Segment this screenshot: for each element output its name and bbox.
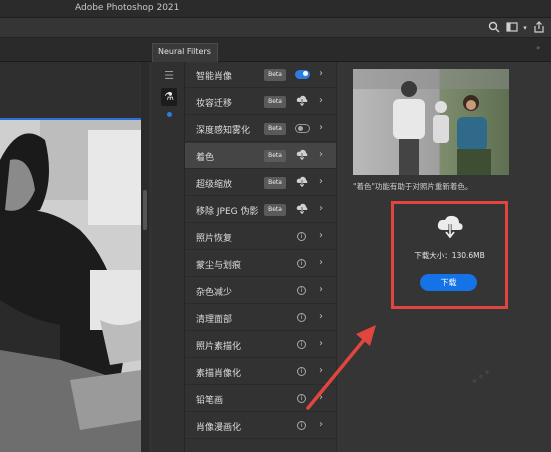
filter-label: 着色 bbox=[196, 153, 215, 163]
cloud-download-icon[interactable] bbox=[295, 176, 309, 190]
beta-badge: Beta bbox=[264, 123, 286, 135]
toggle-knob bbox=[298, 126, 303, 131]
toggle-knob bbox=[303, 71, 308, 76]
filter-item[interactable]: 照片素描化 i › bbox=[185, 332, 336, 358]
info-icon[interactable]: i bbox=[297, 340, 306, 349]
filter-item[interactable]: 肖像漫画化 i › bbox=[185, 413, 336, 439]
window-title: Adobe Photoshop 2021 bbox=[75, 3, 180, 13]
active-indicator-dot bbox=[167, 112, 172, 117]
filter-item[interactable]: 着色 Beta › bbox=[185, 143, 336, 169]
chevron-right-icon[interactable]: › bbox=[319, 95, 323, 106]
chevron-right-icon[interactable]: › bbox=[319, 311, 323, 322]
download-button[interactable]: 下载 bbox=[420, 274, 477, 291]
filter-label: 深度感知雾化 bbox=[196, 126, 251, 136]
chevron-right-icon[interactable]: › bbox=[319, 392, 323, 403]
beta-flask-icon[interactable]: ⚗ bbox=[161, 88, 177, 106]
chevron-right-icon[interactable]: › bbox=[319, 203, 323, 214]
chevron-right-icon[interactable]: › bbox=[319, 230, 323, 241]
beta-badge: Beta bbox=[264, 204, 286, 216]
filter-item[interactable]: 移除 JPEG 伪影 Beta › bbox=[185, 197, 336, 223]
info-icon[interactable]: i bbox=[297, 286, 306, 295]
canvas-scrollbar[interactable] bbox=[141, 62, 149, 452]
beta-badge: Beta bbox=[264, 150, 286, 162]
chevron-right-icon[interactable]: › bbox=[319, 338, 323, 349]
info-icon[interactable]: i bbox=[297, 367, 306, 376]
info-icon[interactable]: i bbox=[297, 313, 306, 322]
document-canvas[interactable] bbox=[0, 62, 141, 452]
cloud-download-icon bbox=[436, 214, 464, 239]
cloud-download-icon[interactable] bbox=[295, 149, 309, 163]
panel-tab-strip: Neural Filters » bbox=[0, 38, 551, 62]
chevron-right-icon[interactable]: › bbox=[319, 419, 323, 430]
beta-badge: Beta bbox=[264, 96, 286, 108]
chevron-right-icon[interactable]: › bbox=[319, 257, 323, 268]
filter-label: 照片恢复 bbox=[196, 234, 233, 244]
filter-label: 智能肖像 bbox=[196, 72, 233, 82]
filter-item[interactable]: 妆容迁移 Beta › bbox=[185, 89, 336, 115]
filter-item[interactable]: 超级缩放 Beta › bbox=[185, 170, 336, 196]
chevron-right-icon[interactable]: › bbox=[319, 176, 323, 187]
filter-label: 超级缩放 bbox=[196, 180, 233, 190]
colorize-preview-image bbox=[353, 69, 509, 175]
filter-item[interactable]: 素描肖像化 i › bbox=[185, 359, 336, 385]
filter-label: 铅笔画 bbox=[196, 396, 224, 406]
info-icon[interactable]: i bbox=[297, 421, 306, 430]
filter-item[interactable]: 清理面部 i › bbox=[185, 305, 336, 331]
filter-label: 照片素描化 bbox=[196, 342, 242, 352]
cloud-download-icon[interactable] bbox=[295, 95, 309, 109]
filter-label: 移除 JPEG 伪影 bbox=[196, 207, 259, 217]
filter-list: 智能肖像 Beta › 妆容迁移 Beta › 深度感知雾化 Beta › 着色 Beta › 超级缩放… bbox=[185, 62, 336, 452]
filter-label: 肖像漫画化 bbox=[196, 423, 242, 433]
all-filters-icon[interactable]: ☰ bbox=[161, 68, 177, 84]
filter-item[interactable]: 智能肖像 Beta › bbox=[185, 62, 336, 88]
filter-toggle[interactable] bbox=[295, 70, 310, 79]
options-bar: ▾ bbox=[0, 18, 551, 38]
filter-item[interactable]: 照片恢复 i › bbox=[185, 224, 336, 250]
filter-item[interactable]: 蒙尘与划痕 i › bbox=[185, 251, 336, 277]
tab-neural-filters[interactable]: Neural Filters bbox=[152, 43, 218, 62]
download-size-text: 下载大小：130.6MB bbox=[414, 251, 485, 260]
filter-category-rail: ☰ ⚗ bbox=[152, 62, 185, 452]
filter-label: 清理面部 bbox=[196, 315, 233, 325]
filter-item[interactable]: 铅笔画 i › bbox=[185, 386, 336, 412]
filter-label: 妆容迁移 bbox=[196, 99, 233, 109]
info-icon[interactable]: i bbox=[297, 394, 306, 403]
filter-toggle[interactable] bbox=[295, 124, 310, 133]
filter-label: 蒙尘与划痕 bbox=[196, 261, 242, 271]
beta-badge: Beta bbox=[264, 69, 286, 81]
filter-label: 杂色减少 bbox=[196, 288, 233, 298]
title-bar: Adobe Photoshop 2021 bbox=[0, 0, 551, 18]
filter-item[interactable]: 深度感知雾化 Beta › bbox=[185, 116, 336, 142]
filter-label: 素描肖像化 bbox=[196, 369, 242, 379]
beta-badge: Beta bbox=[264, 177, 286, 189]
chevron-right-icon[interactable]: › bbox=[319, 365, 323, 376]
chevron-right-icon[interactable]: › bbox=[319, 68, 323, 79]
workspace-icon[interactable] bbox=[505, 21, 519, 35]
chevron-right-icon[interactable]: › bbox=[319, 122, 323, 133]
collapse-panels-icon[interactable]: » bbox=[536, 44, 540, 52]
share-icon[interactable] bbox=[532, 21, 546, 35]
download-highlight-box: 下载大小：130.6MB 下载 bbox=[391, 201, 508, 309]
cloud-download-icon[interactable] bbox=[295, 203, 309, 217]
chevron-down-icon[interactable]: ▾ bbox=[518, 21, 532, 35]
filter-description: "着色"功能有助于对照片重新着色。 bbox=[353, 182, 473, 191]
chevron-right-icon[interactable]: › bbox=[319, 284, 323, 295]
scrollbar-thumb[interactable] bbox=[143, 190, 147, 230]
filter-item[interactable]: 杂色减少 i › bbox=[185, 278, 336, 304]
document-photo bbox=[0, 118, 141, 452]
search-icon[interactable] bbox=[487, 21, 501, 35]
info-icon[interactable]: i bbox=[297, 259, 306, 268]
chevron-right-icon[interactable]: › bbox=[319, 149, 323, 160]
info-icon[interactable]: i bbox=[297, 232, 306, 241]
filter-detail-panel: "着色"功能有助于对照片重新着色。 下载大小：130.6MB 下载 bbox=[336, 62, 551, 452]
